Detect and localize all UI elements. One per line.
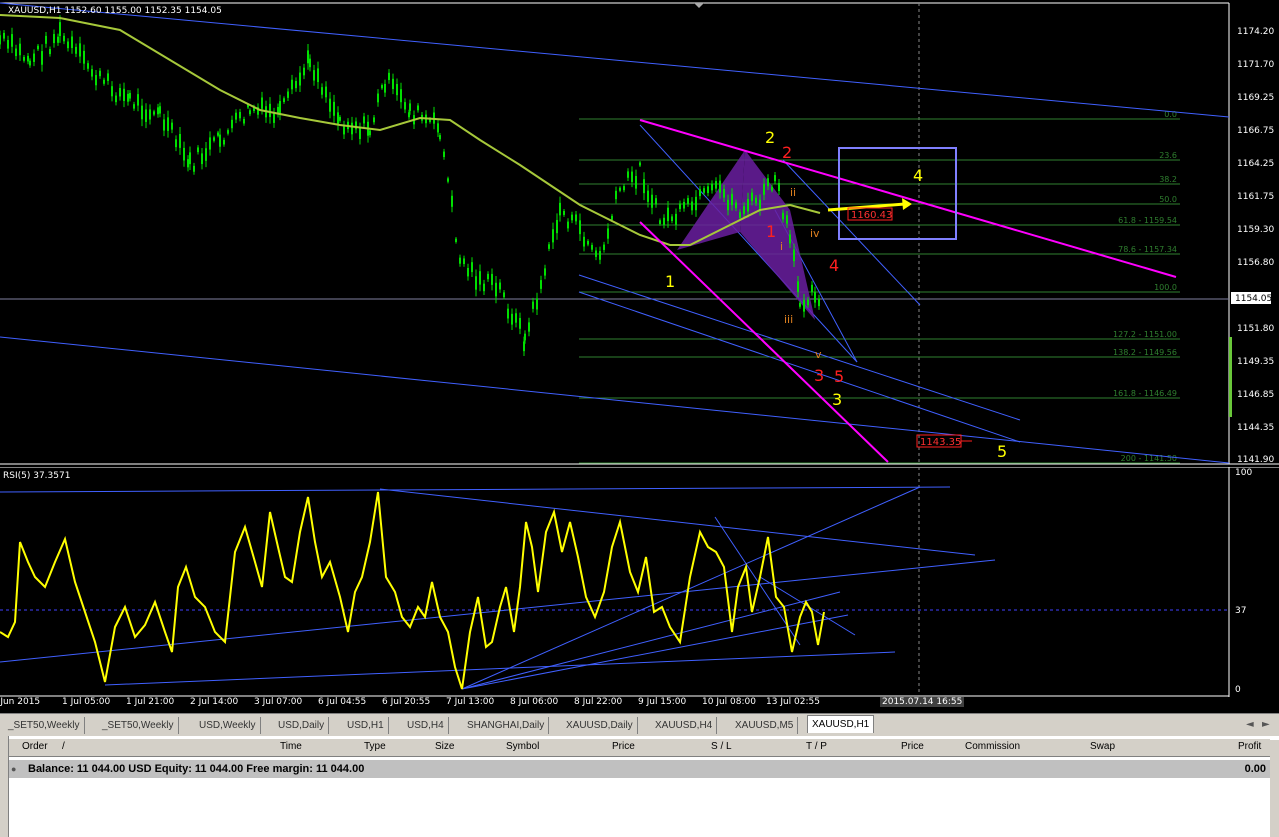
time-label: 10 Jul 08:00 — [702, 697, 756, 707]
wave-3-yellow: 3 — [832, 390, 842, 409]
fib-label: 61.8 - 1159.54 — [1118, 216, 1177, 225]
fib-label: 50.0 — [1159, 195, 1177, 204]
wave-4-yellow: 4 — [913, 166, 923, 185]
column-price-current[interactable]: Price — [901, 741, 924, 752]
tab-shanghai-daily[interactable]: SHANGHAI,Daily — [463, 717, 550, 734]
time-label: 1 Jul 21:00 — [126, 697, 175, 707]
wave-ii: ii — [790, 186, 796, 199]
fib-label: 100.0 — [1154, 283, 1177, 292]
price-label: 1161.75 — [1237, 192, 1274, 202]
column-tp[interactable]: T / P — [806, 741, 827, 752]
tab-set50-weekly-2[interactable]: _SET50,Weekly — [98, 717, 179, 734]
wave-1-yellow: 1 — [665, 272, 675, 291]
tab-usd-weekly[interactable]: USD,Weekly — [195, 717, 261, 734]
column-symbol[interactable]: Symbol — [506, 741, 539, 752]
time-label: 2 Jul 14:00 — [190, 697, 239, 707]
wave-iv: iv — [810, 227, 820, 240]
terminal-scrollbar[interactable] — [1270, 740, 1279, 837]
column-commission[interactable]: Commission — [965, 741, 1020, 752]
balance-text: Balance: 11 044.00 USD Equity: 11 044.00… — [28, 763, 365, 775]
wave-2-yellow: 2 — [765, 128, 775, 147]
wave-5-red: 5 — [834, 367, 844, 386]
price-label: 1169.25 — [1237, 93, 1274, 103]
fib-label: 23.6 — [1159, 151, 1177, 160]
price-label: 1166.75 — [1237, 126, 1274, 136]
chart-symbol-info: XAUUSD,H1 1152.60 1155.00 1152.35 1154.0… — [8, 6, 222, 16]
price-label: 1159.30 — [1237, 225, 1274, 235]
column-size[interactable]: Size — [435, 741, 454, 752]
rsi-level-37: 37 — [1235, 606, 1246, 616]
chart-tabs-bar: _SET50,Weekly _SET50,Weekly USD,Weekly U… — [0, 713, 1279, 737]
price-label: 1174.20 — [1237, 27, 1274, 37]
fib-label: 200 - 1141.50 — [1121, 454, 1177, 463]
price-label: 1171.70 — [1237, 60, 1274, 70]
column-type[interactable]: Type — [364, 741, 386, 752]
price-box-1143: 1143.35 — [920, 437, 961, 448]
balance-icon: ● — [11, 764, 17, 774]
column-price[interactable]: Price — [612, 741, 635, 752]
rsi-label: RSI(5) 37.3571 — [3, 471, 70, 481]
tab-usd-h4[interactable]: USD,H4 — [403, 717, 449, 734]
fib-label: 78.6 - 1157.34 — [1118, 245, 1177, 254]
wave-1-red: 1 — [766, 222, 776, 241]
price-label: 1149.35 — [1237, 357, 1274, 367]
crosshair-time-label: 2015.07.14 16:55 — [880, 697, 965, 707]
fib-label: 138.2 - 1149.56 — [1113, 348, 1177, 357]
time-label: 6 Jul 20:55 — [382, 697, 431, 707]
fib-label: 161.8 - 1146.49 — [1113, 389, 1177, 398]
price-box-1160: 1160.43 — [851, 210, 892, 221]
time-label: 7 Jul 13:00 — [446, 697, 495, 707]
column-sort[interactable]: / — [62, 741, 65, 752]
price-label: 1151.80 — [1237, 324, 1274, 334]
tab-usd-daily[interactable]: USD,Daily — [274, 717, 330, 734]
tab-xauusd-h1[interactable]: XAUUSD,H1 — [807, 715, 875, 733]
wave-2-red: 2 — [782, 143, 792, 162]
tab-xauusd-daily[interactable]: XAUUSD,Daily — [562, 717, 638, 734]
terminal-side-strip — [0, 736, 9, 837]
price-label: 1146.85 — [1237, 390, 1274, 400]
tab-scroll-left-icon[interactable]: ◄ — [1246, 719, 1254, 730]
time-label: 8 Jul 06:00 — [510, 697, 559, 707]
time-label: 30 Jun 2015 — [0, 697, 41, 707]
column-order[interactable]: Order — [22, 741, 48, 752]
tab-xauusd-h4[interactable]: XAUUSD,H4 — [651, 717, 718, 734]
rsi-indicator-panel[interactable]: RSI(5) 37.3571 100 37 0 — [0, 467, 1279, 697]
price-label: 1141.90 — [1237, 455, 1274, 465]
wave-4-red: 4 — [829, 256, 839, 275]
time-label: 13 Jul 02:55 — [766, 697, 820, 707]
column-swap[interactable]: Swap — [1090, 741, 1115, 752]
tab-set50-weekly-1[interactable]: _SET50,Weekly — [4, 717, 85, 734]
tab-scroll-right-icon[interactable]: ► — [1262, 719, 1270, 730]
rsi-level-0: 0 — [1235, 685, 1241, 695]
time-label: 6 Jul 04:55 — [318, 697, 367, 707]
time-label: 8 Jul 22:00 — [574, 697, 623, 707]
price-label: 1164.25 — [1237, 159, 1274, 169]
wave-5-yellow: 5 — [997, 442, 1007, 461]
terminal-header: Order / Time Type Size Symbol Price S / … — [0, 739, 1270, 757]
current-price-label: 1154.05 — [1235, 294, 1272, 304]
balance-row[interactable]: ● Balance: 11 044.00 USD Equity: 11 044.… — [8, 760, 1270, 778]
time-label: 9 Jul 15:00 — [638, 697, 687, 707]
column-profit[interactable]: Profit — [1238, 741, 1261, 752]
terminal-panel: Order / Time Type Size Symbol Price S / … — [0, 736, 1279, 837]
total-profit: 0.00 — [1244, 763, 1266, 775]
tab-usd-h1[interactable]: USD,H1 — [343, 717, 389, 734]
price-label: 1156.80 — [1237, 258, 1274, 268]
price-label: 1144.35 — [1237, 423, 1274, 433]
column-sl[interactable]: S / L — [711, 741, 732, 752]
time-axis: 30 Jun 2015 1 Jul 05:00 1 Jul 21:00 2 Ju… — [0, 697, 1279, 711]
wave-iii: iii — [784, 313, 793, 326]
time-label: 1 Jul 05:00 — [62, 697, 111, 707]
wave-3-red: 3 — [814, 366, 824, 385]
volume-indicator — [1229, 337, 1232, 417]
rsi-level-100: 100 — [1235, 468, 1252, 478]
wave-i: i — [780, 240, 783, 253]
column-time[interactable]: Time — [280, 741, 302, 752]
fib-label: 38.2 — [1159, 175, 1177, 184]
tab-xauusd-m5[interactable]: XAUUSD,M5 — [731, 717, 799, 734]
price-chart[interactable]: 1174.20 1171.70 1169.25 1166.75 1164.25 … — [0, 0, 1279, 467]
wave-v: v — [815, 348, 822, 361]
fib-label: 127.2 - 1151.00 — [1113, 330, 1177, 339]
time-label: 3 Jul 07:00 — [254, 697, 303, 707]
